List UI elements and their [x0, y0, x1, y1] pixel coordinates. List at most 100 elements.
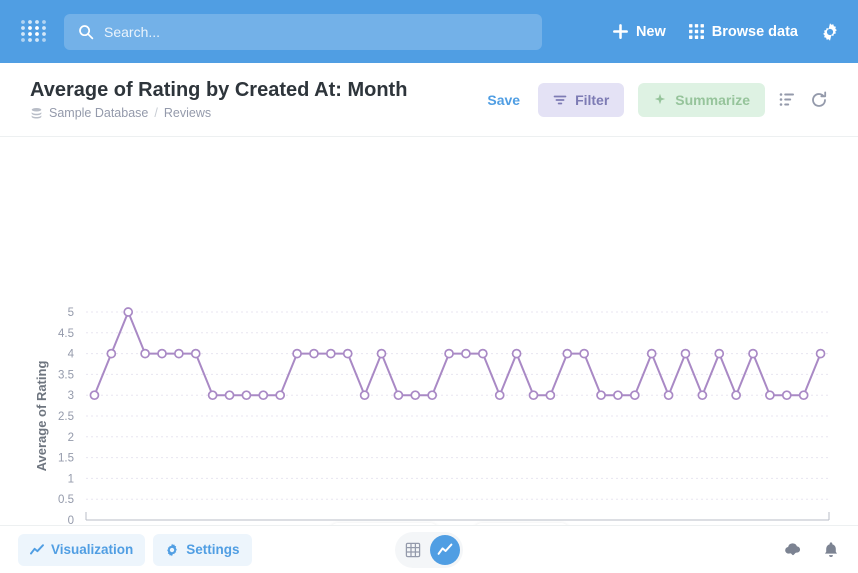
grid-icon: [688, 24, 704, 39]
data-point[interactable]: [579, 348, 589, 359]
data-point[interactable]: [359, 390, 370, 401]
breadcrumb-separator: /: [154, 106, 158, 120]
data-point[interactable]: [241, 390, 252, 401]
data-point[interactable]: [815, 348, 826, 359]
new-button-label: New: [635, 23, 666, 40]
data-point[interactable]: [427, 390, 438, 401]
y-tick-label: 0.5: [58, 494, 74, 506]
new-button[interactable]: New: [612, 23, 666, 40]
line-chart-icon: [437, 543, 453, 555]
row-toggle-button[interactable]: [779, 91, 796, 108]
bell-icon[interactable]: [822, 541, 840, 559]
y-tick-label: 3: [68, 390, 74, 402]
question-footer: Visualization Settings: [0, 525, 858, 573]
footer-right-actions: [784, 541, 840, 559]
top-navbar: New Browse data: [0, 0, 858, 63]
data-point[interactable]: [393, 390, 404, 401]
plus-icon: [613, 24, 628, 39]
data-point[interactable]: [748, 348, 758, 359]
toggle-table-view[interactable]: [398, 535, 428, 565]
metabase-logo[interactable]: [18, 17, 48, 47]
data-point[interactable]: [511, 348, 522, 359]
browse-data-button[interactable]: Browse data: [688, 23, 798, 40]
sparkle-plus-icon: [655, 93, 666, 104]
data-point[interactable]: [477, 348, 488, 359]
y-tick-label: 1: [68, 473, 74, 485]
summarize-button-label: Summarize: [675, 91, 750, 108]
data-point[interactable]: [714, 348, 725, 359]
data-point[interactable]: [629, 390, 640, 401]
data-point[interactable]: [663, 390, 674, 401]
data-point[interactable]: [798, 390, 809, 401]
y-tick-label: 3.5: [58, 369, 74, 381]
question-content: 00.511.522.533.544.55January, 2017Januar…: [0, 137, 858, 525]
line-chart-icon: [30, 543, 44, 554]
gear-icon: [823, 22, 837, 41]
data-point[interactable]: [545, 390, 556, 401]
data-point[interactable]: [461, 348, 471, 359]
save-button[interactable]: Save: [483, 92, 524, 108]
data-point[interactable]: [680, 348, 691, 359]
settings-button-footer[interactable]: Settings: [153, 533, 252, 566]
y-tick-label: 5: [68, 307, 74, 319]
data-point[interactable]: [174, 348, 184, 359]
data-point[interactable]: [224, 390, 235, 401]
filter-icon: [553, 95, 567, 104]
settings-button[interactable]: [820, 22, 840, 42]
data-point[interactable]: [781, 390, 792, 401]
data-point[interactable]: [140, 348, 150, 359]
download-icon[interactable]: [784, 541, 802, 559]
table-icon: [405, 542, 421, 557]
data-point[interactable]: [646, 348, 657, 359]
question-header: Average of Rating by Created At: Month S…: [0, 63, 858, 137]
data-point[interactable]: [190, 348, 201, 359]
question-title-block: Average of Rating by Created At: Month S…: [30, 79, 407, 120]
data-point[interactable]: [376, 348, 387, 359]
data-point[interactable]: [106, 348, 117, 359]
data-point[interactable]: [207, 390, 218, 401]
data-point[interactable]: [157, 348, 167, 359]
breadcrumb-database[interactable]: Sample Database: [49, 106, 148, 120]
breadcrumb: Sample Database / Reviews: [30, 106, 407, 120]
database-icon: [31, 107, 42, 119]
gear-icon: [167, 543, 178, 556]
data-point[interactable]: [731, 390, 741, 401]
visualization-toggle-group: [395, 531, 463, 568]
data-point[interactable]: [275, 390, 286, 401]
y-tick-label: 4: [68, 349, 75, 361]
data-point[interactable]: [410, 390, 421, 401]
line-chart[interactable]: 00.511.522.533.544.55January, 2017Januar…: [0, 137, 858, 525]
data-point[interactable]: [89, 390, 100, 401]
data-point[interactable]: [562, 348, 573, 359]
chart-container: 00.511.522.533.544.55January, 2017Januar…: [0, 137, 858, 525]
y-axis-title: Average of Rating: [34, 361, 49, 472]
y-tick-label: 2: [68, 432, 74, 444]
data-point[interactable]: [596, 390, 606, 401]
breadcrumb-table[interactable]: Reviews: [164, 106, 211, 120]
data-point[interactable]: [326, 348, 336, 359]
data-point[interactable]: [697, 390, 708, 401]
data-point[interactable]: [528, 390, 539, 401]
summarize-button[interactable]: Summarize: [638, 82, 765, 117]
filter-button[interactable]: Filter: [538, 82, 625, 117]
data-point[interactable]: [292, 348, 302, 359]
data-point[interactable]: [444, 348, 454, 359]
search-input[interactable]: [104, 23, 528, 40]
search-icon: [79, 24, 94, 39]
visualization-button[interactable]: Visualization: [18, 533, 146, 566]
data-point[interactable]: [309, 348, 319, 359]
search-box[interactable]: [64, 13, 542, 50]
page-title[interactable]: Average of Rating by Created At: Month: [30, 79, 407, 101]
data-point[interactable]: [613, 390, 623, 401]
y-tick-label: 1.5: [58, 453, 74, 465]
data-point[interactable]: [342, 348, 353, 359]
y-tick-label: 4.5: [58, 328, 74, 340]
data-point[interactable]: [494, 390, 505, 401]
list-rows-icon: [779, 93, 794, 106]
toggle-chart-view[interactable]: [430, 534, 460, 565]
data-point[interactable]: [258, 390, 269, 401]
data-point[interactable]: [123, 307, 134, 317]
refresh-button[interactable]: [810, 91, 828, 109]
data-point[interactable]: [765, 390, 775, 401]
browse-data-label: Browse data: [711, 23, 798, 40]
